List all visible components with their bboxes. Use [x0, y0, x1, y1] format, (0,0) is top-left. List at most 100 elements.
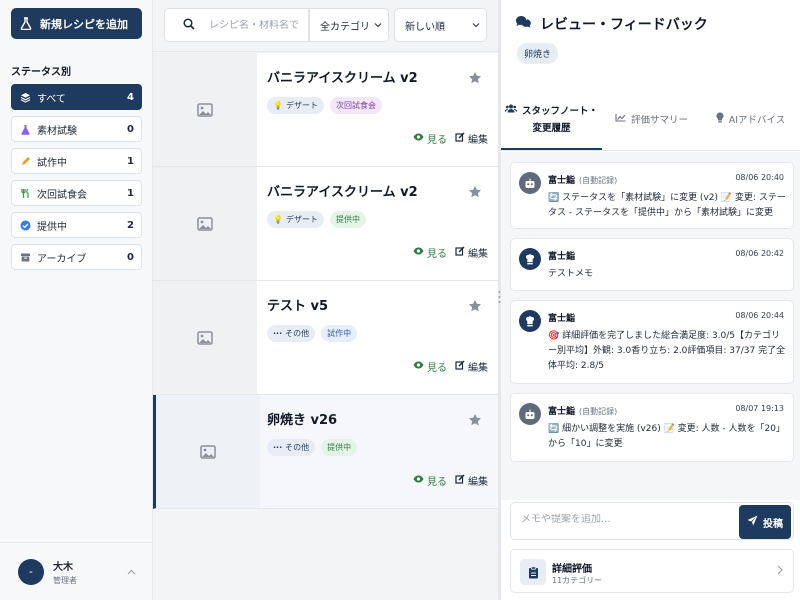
edit-link[interactable]: 編集 [455, 359, 488, 374]
panel-title: レビュー・フィードバック [540, 17, 708, 33]
view-link[interactable]: 見る [413, 245, 447, 260]
archive-icon [19, 251, 31, 263]
note-card: 富士鮨 (自動記録) 08/06 20:40 🔄 ステータスを「素材試験」に変更 … [510, 162, 794, 229]
image-placeholder-icon [153, 53, 257, 166]
status-badge: 試作中 [321, 325, 358, 342]
chef-avatar-icon [519, 310, 541, 332]
recipe-title: バニラアイスクリーム v2 [267, 185, 418, 200]
status-item-next-tasting[interactable]: 次回試食会 1 [11, 180, 142, 206]
image-placeholder-icon [153, 167, 257, 280]
utensils-icon [19, 187, 31, 199]
user-menu[interactable]: - 大木 管理者 [0, 542, 152, 600]
author-name: 富士鮨 [548, 314, 576, 324]
ellipsis-icon: ··· [273, 329, 283, 338]
status-item-all[interactable]: すべて 4 [11, 84, 142, 110]
status-item-serving[interactable]: 提供中 2 [11, 212, 142, 238]
sort-select[interactable]: 新しい順 [394, 8, 487, 42]
view-link[interactable]: 見る [413, 359, 447, 374]
users-icon [504, 104, 518, 116]
status-label: 素材試験 [37, 125, 77, 137]
status-count: 0 [127, 123, 134, 135]
status-label: アーカイブ [37, 253, 87, 265]
chevron-up-icon [127, 565, 136, 578]
lightbulb-icon: 💡 [273, 101, 283, 110]
tab-label-line2: 変更履歴 [532, 122, 571, 134]
status-count: 0 [127, 251, 134, 263]
note-time: 08/07 19:13 [735, 404, 784, 413]
avatar: - [18, 558, 44, 585]
recipe-title: テスト v5 [267, 299, 329, 314]
tab-staff-notes[interactable]: スタッフノート・ 変更履歴 [501, 88, 602, 150]
sort-select-value: 新しい順 [405, 21, 445, 33]
view-link[interactable]: 見る [413, 473, 447, 488]
edit-icon [455, 132, 465, 145]
post-button[interactable]: 投稿 [739, 505, 791, 539]
edit-link[interactable]: 編集 [455, 473, 488, 488]
search-input[interactable] [209, 19, 305, 31]
status-item-material-test[interactable]: 素材試験 0 [11, 116, 142, 142]
new-recipe-button[interactable]: 新規レシピを追加 [11, 8, 142, 39]
star-icon[interactable] [468, 413, 482, 427]
note-card: 富士鮨 (自動記録) 08/07 19:13 🔄 細かい調整を実施 (v26) 📝… [510, 393, 794, 462]
review-panel: レビュー・フィードバック 卵焼き スタッフノート・ 変更履歴 評価サマリー AI… [501, 0, 800, 600]
view-link[interactable]: 見る [413, 131, 447, 146]
card-actions: 見る 編集 [413, 131, 488, 146]
evaluation-title: 詳細評価 [552, 564, 592, 575]
category-label: デザート [285, 215, 318, 224]
chart-line-icon [615, 113, 626, 125]
search-box[interactable] [164, 8, 309, 42]
star-icon[interactable] [468, 185, 482, 199]
note-author: 富士鮨 [548, 249, 579, 262]
image-placeholder-icon [156, 395, 260, 508]
status-heading: ステータス別 [11, 67, 71, 78]
category-tag: 💡 デザート [267, 211, 324, 228]
evaluation-subtitle: 11カテゴリー [552, 576, 603, 585]
tab-ai-advice[interactable]: AIアドバイス [701, 88, 800, 150]
lightbulb-icon [716, 112, 724, 126]
status-count: 1 [127, 187, 134, 199]
edit-label: 編集 [468, 135, 488, 146]
card-actions: 見る 編集 [413, 473, 488, 488]
view-label: 見る [427, 477, 447, 488]
status-count: 4 [127, 91, 134, 103]
card-actions: 見る 編集 [413, 359, 488, 374]
note-input[interactable] [521, 514, 721, 525]
author-name: 富士鮨 [548, 176, 576, 186]
search-icon [183, 17, 195, 33]
view-label: 見る [427, 249, 447, 260]
note-card: 富士鮨 08/06 20:42 テストメモ [510, 238, 794, 291]
eye-icon [413, 475, 424, 486]
category-tag: ··· その他 [267, 325, 316, 342]
detailed-evaluation-card[interactable]: 詳細評価 11カテゴリー [510, 549, 794, 593]
ellipsis-icon: ··· [273, 443, 283, 452]
edit-label: 編集 [468, 363, 488, 374]
recipe-card[interactable]: テスト v5 ··· その他 試作中 見る 編集 [153, 281, 498, 395]
chef-avatar-icon [519, 248, 541, 270]
status-badge: 提供中 [329, 211, 366, 228]
status-count: 2 [127, 219, 134, 231]
chevron-right-icon [777, 565, 783, 578]
category-select[interactable]: 全カテゴリ [309, 8, 389, 42]
note-composer: 投稿 [510, 502, 794, 540]
new-recipe-label: 新規レシピを追加 [40, 17, 128, 31]
recipe-list-panel: 全カテゴリ 新しい順 バニラアイスクリーム v2 💡デザート 次回試食会 見る … [153, 0, 498, 600]
status-item-prototyping[interactable]: 試作中 1 [11, 148, 142, 174]
status-label: すべて [37, 93, 66, 105]
recipe-card[interactable]: バニラアイスクリーム v2 💡 デザート 提供中 見る 編集 [153, 167, 498, 281]
edit-link[interactable]: 編集 [455, 131, 488, 146]
star-icon[interactable] [468, 299, 482, 313]
star-icon[interactable] [468, 71, 482, 85]
edit-icon [455, 246, 465, 259]
user-info: 大木 管理者 [53, 558, 127, 586]
eye-icon [413, 133, 424, 144]
recipe-card-selected[interactable]: 卵焼き v26 ··· その他 提供中 見る 編集 [153, 395, 498, 509]
recipe-card[interactable]: バニラアイスクリーム v2 💡 デザート 次回試食会 見る 編集 [153, 53, 498, 167]
eye-icon [413, 361, 424, 372]
recipe-tags: ··· その他 提供中 [267, 439, 358, 456]
status-badge: 提供中 [321, 439, 358, 456]
category-select-value: 全カテゴリ [320, 21, 370, 33]
tab-evaluation-summary[interactable]: 評価サマリー [602, 88, 701, 150]
edit-link[interactable]: 編集 [455, 245, 488, 260]
panel-header: レビュー・フィードバック [515, 14, 708, 34]
status-item-archive[interactable]: アーカイブ 0 [11, 244, 142, 270]
